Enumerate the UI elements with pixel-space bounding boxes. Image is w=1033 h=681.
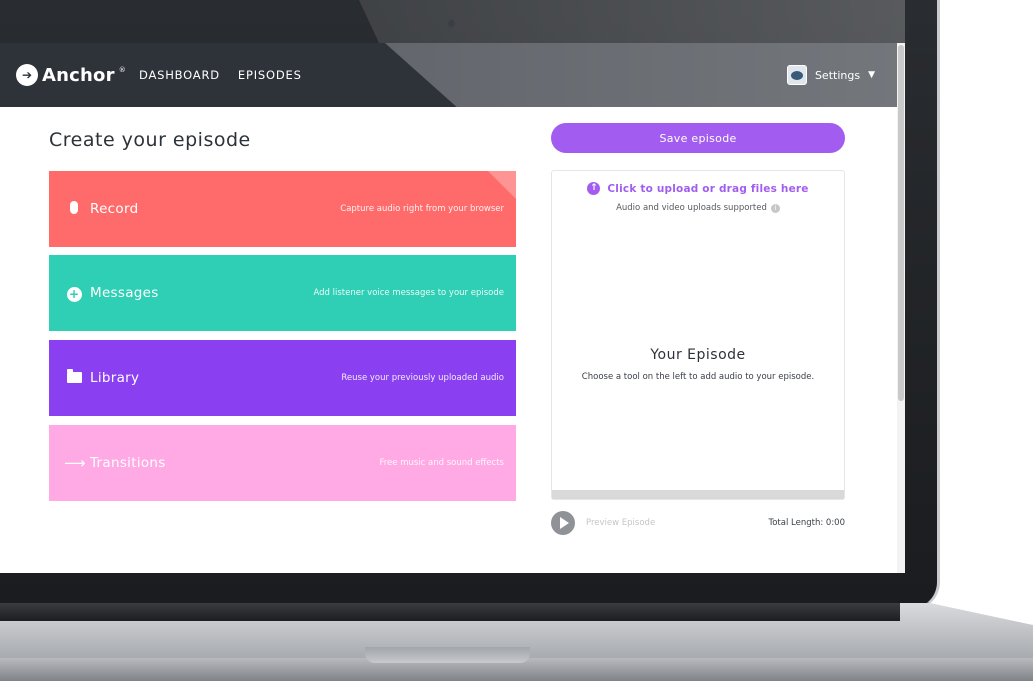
play-icon: [559, 517, 569, 529]
top-navbar: ➔ Anchor ® DASHBOARD EPISODES Settings ▼: [0, 43, 897, 107]
page-scrollbar[interactable]: [897, 43, 905, 573]
tool-messages[interactable]: + Messages Add listener voice messages t…: [49, 255, 516, 331]
scrollbar-thumb[interactable]: [898, 45, 904, 401]
episode-subtitle: Choose a tool on the left to add audio t…: [581, 372, 815, 382]
corner-fold: [488, 171, 516, 199]
avatar: [786, 65, 807, 85]
brand-logo[interactable]: ➔ Anchor ®: [16, 64, 126, 86]
brand-name: Anchor: [42, 64, 115, 86]
tool-library[interactable]: Library Reuse your previously uploaded a…: [49, 340, 516, 416]
tool-label: Transitions: [90, 455, 166, 471]
tool-description: Add listener voice messages to your epis…: [313, 288, 504, 298]
settings-label: Settings: [814, 68, 861, 82]
episode-timeline: [552, 490, 844, 499]
registered-mark: ®: [118, 66, 126, 74]
tool-record[interactable]: Record Capture audio right from your bro…: [49, 171, 516, 247]
main-nav: DASHBOARD EPISODES: [139, 68, 302, 82]
laptop-hinge: [0, 603, 900, 621]
episode-dropzone[interactable]: ↑ Click to upload or drag files here Aud…: [551, 170, 845, 500]
tool-label: Record: [90, 201, 139, 217]
message-bubble-icon: +: [64, 284, 84, 302]
page-title: Create your episode: [49, 129, 251, 151]
folder-icon: [64, 369, 84, 387]
save-episode-button[interactable]: Save episode: [551, 123, 845, 153]
upload-arrow-icon: ↑: [587, 182, 601, 195]
tool-description: Reuse your previously uploaded audio: [341, 373, 504, 383]
episode-title: Your Episode: [650, 347, 746, 363]
tool-description: Capture audio right from your browser: [340, 204, 504, 214]
tool-transitions[interactable]: ⟶ Transitions Free music and sound effec…: [49, 425, 516, 501]
webcam: [448, 20, 455, 27]
upload-hint-text: Audio and video uploads supported: [616, 203, 767, 213]
episode-player: Preview Episode Total Length: 0:00: [551, 511, 845, 535]
upload-label: Click to upload or drag files here: [607, 182, 809, 195]
anchor-logo-icon: ➔: [16, 64, 38, 86]
upload-link[interactable]: ↑ Click to upload or drag files here: [552, 182, 844, 195]
microphone-icon: [64, 200, 84, 218]
chevron-down-icon: ▼: [868, 70, 875, 80]
laptop-opening-notch: [365, 647, 530, 663]
play-button[interactable]: [551, 511, 575, 535]
laptop-base: [0, 603, 1033, 681]
preview-episode-label[interactable]: Preview Episode: [586, 518, 655, 528]
upload-hint: Audio and video uploads supported i: [552, 203, 844, 213]
tool-description: Free music and sound effects: [379, 458, 504, 468]
info-icon[interactable]: i: [770, 203, 780, 213]
arrow-right-icon: ⟶: [64, 454, 86, 472]
total-length: Total Length: 0:00: [768, 518, 845, 528]
nav-dashboard[interactable]: DASHBOARD: [139, 68, 220, 82]
settings-menu[interactable]: Settings ▼: [786, 65, 875, 85]
tool-label: Library: [90, 370, 140, 386]
app-screen: ➔ Anchor ® DASHBOARD EPISODES Settings ▼…: [0, 43, 905, 573]
tool-label: Messages: [90, 285, 159, 301]
nav-episodes[interactable]: EPISODES: [238, 68, 302, 82]
